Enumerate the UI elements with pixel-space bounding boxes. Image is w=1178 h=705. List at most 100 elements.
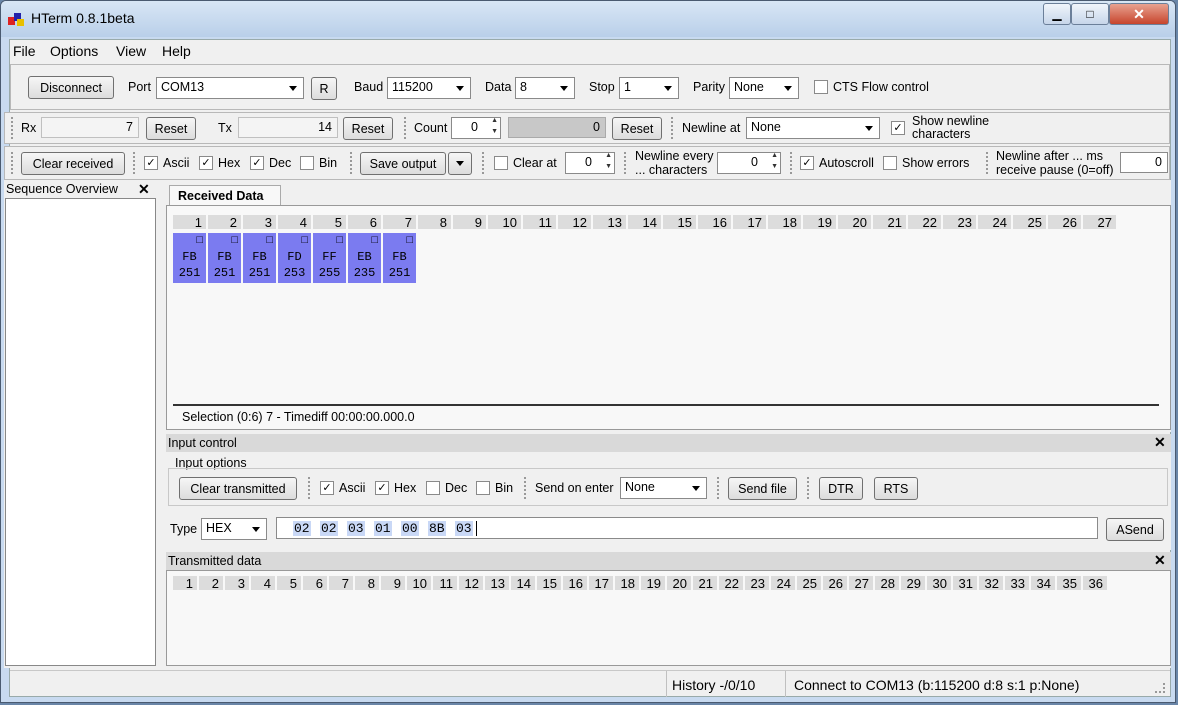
hex-input-byte[interactable]: 02 [293, 521, 311, 536]
toolbar-grip[interactable] [717, 477, 720, 499]
send-file-button[interactable]: Send file [728, 477, 797, 500]
hex-input-byte[interactable]: 8B [428, 521, 446, 536]
refresh-ports-button[interactable]: R [311, 77, 337, 100]
newline-at-select[interactable]: None [746, 117, 880, 139]
toolbar-grip[interactable] [524, 477, 527, 499]
hex-input-byte[interactable]: 03 [455, 521, 473, 536]
received-byte[interactable]: □ FB 251 [208, 233, 241, 283]
send-on-enter-select[interactable]: None [620, 477, 707, 499]
input-control-close-icon[interactable]: ✕ [1154, 434, 1166, 451]
toolbar-grip[interactable] [11, 152, 14, 174]
rx-dec-checkbox[interactable]: ✓ [250, 156, 264, 170]
toolbar-grip[interactable] [350, 152, 353, 174]
received-byte-dec: 251 [248, 266, 271, 280]
received-column-header: 1 [173, 215, 206, 230]
menu-help[interactable]: Help [162, 43, 191, 59]
transmitted-column-header: 25 [797, 576, 821, 591]
sequence-close-icon[interactable]: ✕ [138, 181, 150, 198]
sequence-overview-list[interactable] [5, 198, 156, 666]
clear-transmitted-button[interactable]: Clear transmitted [179, 477, 297, 500]
hex-input-byte[interactable]: 03 [347, 521, 365, 536]
toolbar-grip[interactable] [11, 117, 14, 139]
disconnect-button[interactable]: Disconnect [28, 76, 114, 99]
transmitted-column-header: 28 [875, 576, 899, 591]
show-errors-checkbox[interactable] [883, 156, 897, 170]
received-byte[interactable]: □ FB 251 [243, 233, 276, 283]
transmitted-column-header: 16 [563, 576, 587, 591]
hex-input-byte[interactable]: 00 [401, 521, 419, 536]
port-label: Port [128, 80, 151, 94]
save-output-button[interactable]: Save output [360, 152, 446, 175]
rx-reset-button[interactable]: Reset [146, 117, 196, 140]
parity-select[interactable]: None [729, 77, 799, 99]
received-byte-ascii: □ [406, 235, 413, 247]
autoscroll-checkbox[interactable]: ✓ [800, 156, 814, 170]
tx-ascii-checkbox[interactable]: ✓ [320, 481, 334, 495]
tx-dec-checkbox[interactable] [426, 481, 440, 495]
menu-view[interactable]: View [116, 43, 146, 59]
stop-bits-select[interactable]: 1 [619, 77, 679, 99]
received-byte[interactable]: □ FF 255 [313, 233, 346, 283]
menu-file[interactable]: File [13, 43, 36, 59]
toolbar-grip[interactable] [807, 477, 810, 499]
clear-at-spinner[interactable]: 0 [565, 152, 615, 174]
tab-received-data[interactable]: Received Data [169, 185, 281, 206]
rx-ascii-checkbox[interactable]: ✓ [144, 156, 158, 170]
tx-reset-button[interactable]: Reset [343, 117, 393, 140]
transmitted-column-header: 13 [485, 576, 509, 591]
count-spinner[interactable]: 0 [451, 117, 501, 139]
received-byte-hex: FB [182, 250, 197, 264]
toolbar-grip[interactable] [404, 117, 407, 139]
clear-received-button[interactable]: Clear received [21, 152, 125, 175]
newline-after-field[interactable]: 0 [1120, 152, 1168, 173]
received-byte[interactable]: □ FB 251 [383, 233, 416, 283]
received-data-view[interactable]: 1 2 3 4 5 6 7 8 9 10 11 12 13 14 15 16 17 18 19 20 21 22 23 24 2… [166, 205, 1171, 430]
count-reset-button[interactable]: Reset [612, 117, 662, 140]
toolbar-grip[interactable] [624, 152, 627, 174]
save-output-dropdown[interactable] [448, 152, 472, 175]
transmitted-column-header: 7 [329, 576, 353, 591]
received-byte[interactable]: □ FB 251 [173, 233, 206, 283]
title-bar[interactable]: HTerm 0.8.1beta ▁ □ ✕ [1, 1, 1175, 37]
transmitted-column-header: 4 [251, 576, 275, 591]
received-column-header: 17 [733, 215, 766, 230]
hex-input-field[interactable]: 02 02 03 01 00 8B 03 [276, 517, 1098, 539]
tx-bin-checkbox[interactable] [476, 481, 490, 495]
received-byte-ascii: □ [301, 235, 308, 247]
cts-checkbox[interactable] [814, 80, 828, 94]
transmitted-column-header: 2 [199, 576, 223, 591]
rts-button[interactable]: RTS [874, 477, 918, 500]
transmitted-close-icon[interactable]: ✕ [1154, 552, 1166, 569]
toolbar-grip[interactable] [671, 117, 674, 139]
clear-at-checkbox[interactable] [494, 156, 508, 170]
port-select[interactable]: COM13 [156, 77, 304, 99]
hex-input-byte[interactable]: 01 [374, 521, 392, 536]
maximize-button[interactable]: □ [1071, 3, 1109, 25]
transmitted-data-view[interactable]: 1 2 3 4 5 6 7 8 9 10 11 12 13 14 15 16 17 18 19 20 21 22 23 24 2… [166, 570, 1171, 666]
show-newline-checkbox[interactable]: ✓ [891, 121, 905, 135]
transmitted-column-header: 11 [433, 576, 457, 591]
received-column-header: 6 [348, 215, 381, 230]
type-select[interactable]: HEX [201, 518, 267, 540]
data-bits-select[interactable]: 8 [515, 77, 575, 99]
asend-button[interactable]: ASend [1106, 518, 1164, 541]
rx-bin-checkbox[interactable] [300, 156, 314, 170]
toolbar-grip[interactable] [308, 477, 311, 499]
received-byte[interactable]: □ FD 253 [278, 233, 311, 283]
transmitted-column-header: 30 [927, 576, 951, 591]
resize-grip-icon[interactable] [1155, 683, 1165, 693]
minimize-button[interactable]: ▁ [1043, 3, 1071, 25]
toolbar-grip[interactable] [482, 152, 485, 174]
received-byte[interactable]: □ EB 235 [348, 233, 381, 283]
baud-select[interactable]: 115200 [387, 77, 471, 99]
menu-options[interactable]: Options [50, 43, 98, 59]
rx-hex-checkbox[interactable]: ✓ [199, 156, 213, 170]
toolbar-grip[interactable] [790, 152, 793, 174]
hex-input-byte[interactable]: 02 [320, 521, 338, 536]
dtr-button[interactable]: DTR [819, 477, 863, 500]
tx-hex-checkbox[interactable]: ✓ [375, 481, 389, 495]
toolbar-grip[interactable] [986, 152, 989, 174]
toolbar-grip[interactable] [133, 152, 136, 174]
close-button[interactable]: ✕ [1109, 3, 1169, 25]
newline-every-spinner[interactable]: 0 [717, 152, 781, 174]
